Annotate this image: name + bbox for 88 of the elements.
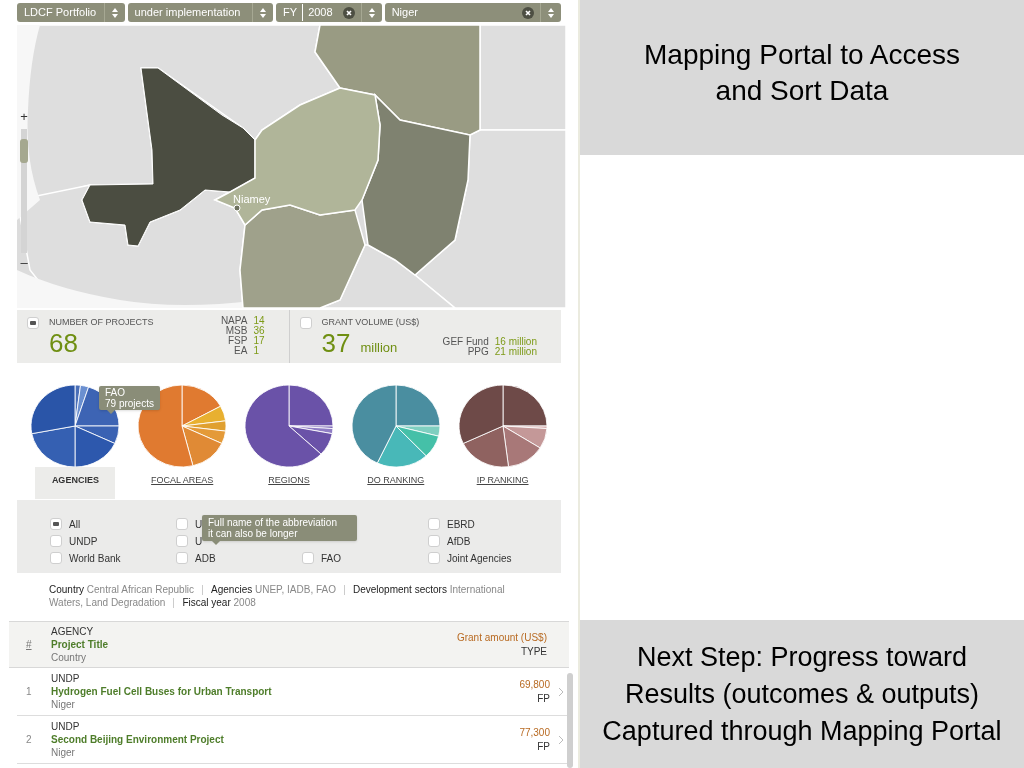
map-drawing[interactable] <box>17 25 566 308</box>
country-cell-text: Niger <box>51 746 76 759</box>
agency-option-label: FAO <box>321 551 341 566</box>
project-title: Second Beijing Environment Project <box>51 733 224 746</box>
grant-amount: 69,800 <box>519 677 550 692</box>
zoom-out-button[interactable]: – <box>20 255 28 271</box>
stat-unit: million <box>360 339 398 357</box>
checkbox[interactable] <box>428 535 440 547</box>
grant-amount: 77,300 <box>519 725 550 740</box>
chart-tab[interactable]: DO RANKING <box>355 467 436 499</box>
clear-icon[interactable] <box>522 6 534 19</box>
type-cell: FP <box>537 739 550 754</box>
zoom-in-button[interactable]: + <box>20 109 28 125</box>
sort-number-header[interactable]: # <box>26 637 51 652</box>
zoom-thumb[interactable] <box>20 139 28 163</box>
pie-chart-drawing[interactable] <box>351 385 440 467</box>
breakdown-value: 14 <box>253 316 265 326</box>
checkbox[interactable] <box>27 317 39 329</box>
country-header: Country <box>51 651 87 664</box>
stat-value: 68 <box>49 328 78 358</box>
up-down-arrows-icon <box>367 6 376 19</box>
pie-chart-drawing[interactable] <box>245 385 333 467</box>
filter-value: LDCF Portfolio <box>24 5 98 21</box>
breakdown-label: GEF Fund <box>441 337 489 347</box>
row-number: 1 <box>26 685 33 699</box>
stat-value: 37 <box>321 328 351 358</box>
type-cell: FP <box>537 691 550 706</box>
agency-option-label: All <box>69 517 81 532</box>
agency-option-label: U <box>195 517 203 532</box>
clear-icon[interactable] <box>342 6 355 19</box>
breakdown-value: 36 <box>253 326 265 336</box>
chevron-right-icon <box>558 686 564 697</box>
agency-option-label: ADB <box>195 551 216 566</box>
checkbox[interactable] <box>299 317 312 329</box>
breakdown-value: 1 <box>253 346 259 356</box>
up-down-arrows-icon <box>259 6 268 19</box>
stat-label: NUMBER OF PROJECTS <box>49 316 154 328</box>
pie-chart-drawing[interactable] <box>458 385 547 467</box>
next-step-text: Next Step: Progress toward Results (outcomes & outputs) Captured through Mapping Portal <box>602 640 1002 748</box>
chart-tab[interactable]: FOCAL AREAS <box>142 467 223 499</box>
title-header: Project Title <box>51 638 109 651</box>
selection-summary: Country Central African Republic Agencies UNEP, IADB, FAO Development sectors International Waters, Land Degradation Fiscal year 2008 <box>49 583 506 609</box>
checkbox[interactable] <box>50 552 62 564</box>
checkbox[interactable] <box>50 535 62 547</box>
filter-value: Niger <box>391 5 419 21</box>
checkbox[interactable] <box>428 518 440 530</box>
breakdown-value: 16 million <box>494 337 537 347</box>
amount-header: Grant amount (US$) <box>456 630 547 645</box>
scrollbar[interactable] <box>567 673 573 768</box>
breakdown-value: 21 million <box>494 347 537 357</box>
zoom-slider[interactable] <box>21 129 27 253</box>
checkbox[interactable] <box>176 552 188 564</box>
city-label: Niamey <box>233 192 271 207</box>
agency-option-label: EBRD <box>447 517 475 532</box>
agency-option-label: UNDP <box>69 534 98 549</box>
breakdown-label: FSP <box>226 336 248 346</box>
checkbox[interactable] <box>176 518 188 530</box>
chart-tab[interactable]: REGIONS <box>249 467 329 499</box>
project-title: Hydrogen Fuel Cell Buses for Urban Transport <box>51 685 272 698</box>
agency-option-label: World Bank <box>69 551 121 566</box>
checkbox[interactable] <box>302 552 314 564</box>
breakdown-label: MSB <box>224 326 248 336</box>
checkbox[interactable] <box>428 552 440 564</box>
agency-option-label: U <box>195 534 203 549</box>
up-down-arrows-icon <box>547 6 555 19</box>
country-cell-text: Niger <box>51 698 76 711</box>
type-header: TYPE <box>520 644 547 659</box>
filter-value: under implementation <box>134 5 242 21</box>
filter-prefix: FY <box>283 4 304 21</box>
row-number: 2 <box>26 733 33 747</box>
breakdown-label: PPG <box>466 347 489 357</box>
checkbox[interactable] <box>176 535 188 547</box>
filter-value: 2008 <box>308 5 334 21</box>
breakdown-label: NAPA <box>219 316 248 326</box>
chart-tab[interactable]: AGENCIES <box>35 467 116 499</box>
chart-tab[interactable]: IP RANKING <box>462 467 543 499</box>
agency-cell-text: UNDP <box>51 672 81 685</box>
slide-heading: Mapping Portal to Access and Sort Data <box>643 37 961 108</box>
agency-option-label: Joint Agencies <box>447 551 512 566</box>
agency-header: AGENCY <box>51 625 95 638</box>
agency-cell-text: UNDP <box>51 720 81 733</box>
agency-option-label: AfDB <box>447 534 471 549</box>
stat-label: GRANT VOLUME (US$) <box>321 316 420 328</box>
breakdown-label: EA <box>233 346 248 356</box>
chevron-right-icon <box>558 734 564 745</box>
checkbox[interactable] <box>50 518 62 530</box>
breakdown-value: 17 <box>253 336 265 346</box>
up-down-arrows-icon <box>110 6 119 19</box>
